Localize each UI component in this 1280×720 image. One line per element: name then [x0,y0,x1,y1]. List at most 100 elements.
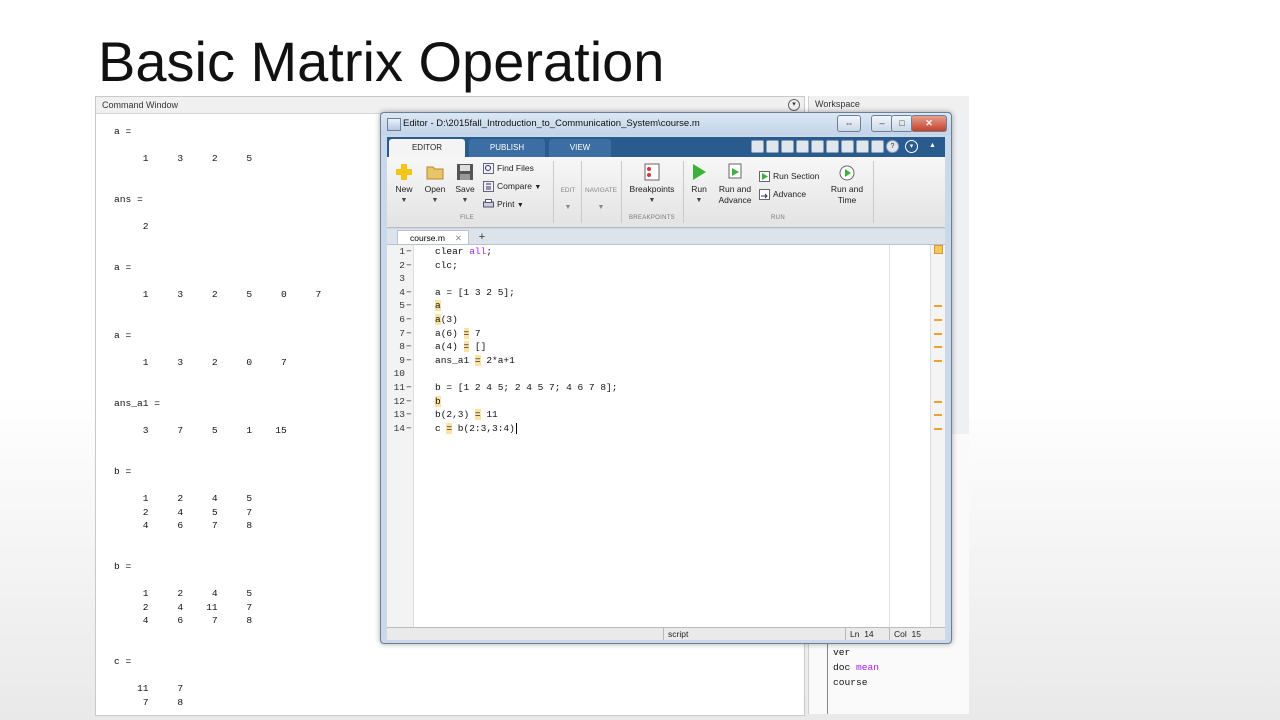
code-line[interactable]: 9− ans_a1 = 2*a+1 [387,354,945,368]
warning-mark[interactable] [934,346,942,349]
close-tab-icon[interactable]: ✕ [455,231,462,245]
code-text[interactable]: b [435,395,441,409]
line-number[interactable]: 3 [389,272,405,286]
line-number[interactable]: 7 [389,327,405,341]
copy-icon[interactable] [796,140,809,153]
code-editor[interactable]: 1− clear all; 2− clc; 3 4− a = [1 3 2 5]; 5− a 6−… [387,245,945,627]
advance-button[interactable]: Advance [759,189,806,201]
code-line[interactable]: 11− b = [1 2 4 5; 2 4 5 7; 4 6 7 8]; [387,381,945,395]
undock-button[interactable]: ⇔ [837,115,861,132]
print-icon[interactable] [871,140,884,153]
breakpoint-marker[interactable]: − [406,422,412,436]
history-item[interactable]: course [833,675,879,690]
breakpoint-marker[interactable]: − [406,313,412,327]
code-text[interactable]: clear all; [435,245,492,259]
code-line[interactable]: 2− clc; [387,259,945,273]
breakpoint-marker[interactable]: − [406,286,412,300]
undo-icon[interactable] [826,140,839,153]
open-button[interactable]: Open ▼ [423,163,447,206]
switch-windows-icon[interactable] [856,140,869,153]
line-number[interactable]: 1 [389,245,405,259]
paste-icon[interactable] [811,140,824,153]
editor-titlebar[interactable]: Editor - D:\2015fall_Introduction_to_Com… [381,113,951,135]
warning-mark[interactable] [934,332,942,335]
quick-layout-icon[interactable] [751,140,764,153]
line-number[interactable]: 4 [389,286,405,300]
code-line[interactable]: 4− a = [1 3 2 5]; [387,286,945,300]
code-line[interactable]: 10 [387,367,945,381]
line-number[interactable]: 8 [389,340,405,354]
close-button[interactable]: ✕ [911,115,947,132]
line-number[interactable]: 2 [389,259,405,273]
code-line[interactable]: 14− c = b(2:3,3:4) [387,422,945,436]
warning-mark[interactable] [934,427,942,430]
code-text[interactable]: a(3) [435,313,458,327]
line-number[interactable]: 9 [389,354,405,368]
save-button[interactable]: Save ▼ [453,163,477,206]
history-item[interactable]: doc mean [833,660,879,675]
breakpoint-marker[interactable]: − [406,408,412,422]
code-text[interactable]: a(6) = 7 [435,327,481,341]
help-icon[interactable]: ? [886,140,899,153]
code-line[interactable]: 5− a [387,299,945,313]
tab-publish[interactable]: PUBLISH [469,139,545,157]
code-lines[interactable]: 1− clear all; 2− clc; 3 4− a = [1 3 2 5]; 5− a 6−… [387,245,945,435]
warning-mark[interactable] [934,319,942,321]
panel-menu-icon[interactable]: ▾ [788,99,800,111]
find-files-button[interactable]: Find Files [483,163,534,175]
line-number[interactable]: 11 [389,381,405,395]
tab-view[interactable]: VIEW [549,139,611,157]
code-line[interactable]: 13− b(2,3) = 11 [387,408,945,422]
breakpoint-marker[interactable]: − [406,245,412,259]
breakpoint-marker[interactable]: − [406,259,412,273]
line-number[interactable]: 14 [389,422,405,436]
code-line[interactable]: 1− clear all; [387,245,945,259]
edit-button[interactable]: EDIT ▼ [559,185,577,213]
code-text[interactable]: b(2,3) = 11 [435,408,498,422]
breakpoint-marker[interactable]: − [406,327,412,341]
warning-mark[interactable] [934,359,942,362]
new-button[interactable]: New ▼ [393,163,415,206]
run-button[interactable]: Run ▼ [687,163,711,206]
breakpoint-marker[interactable]: − [406,340,412,354]
print-button[interactable]: Print ▼ [483,199,524,210]
code-text[interactable]: a(4) = [] [435,340,486,354]
breakpoints-button[interactable]: Breakpoints ▼ [625,163,679,206]
run-and-time-button[interactable]: Run and Time [827,163,867,206]
warning-mark[interactable] [934,414,942,417]
code-line[interactable]: 7− a(6) = 7 [387,327,945,341]
code-line[interactable]: 8− a(4) = [] [387,340,945,354]
quick-save-icon[interactable] [766,140,779,153]
cut-icon[interactable] [781,140,794,153]
line-number[interactable]: 12 [389,395,405,409]
warning-mark[interactable] [934,305,942,308]
line-number[interactable]: 10 [389,367,405,381]
warning-mark[interactable] [934,400,942,403]
new-tab-button[interactable]: + [475,230,489,244]
breakpoint-marker[interactable]: − [406,381,412,395]
line-number[interactable]: 5 [389,299,405,313]
code-line[interactable]: 3 [387,272,945,286]
editor-window[interactable]: Editor - D:\2015fall_Introduction_to_Com… [380,112,952,644]
minimize-button[interactable]: – [871,115,893,132]
message-bar[interactable] [930,245,945,627]
warning-indicator-icon[interactable] [934,245,943,254]
breakpoint-marker[interactable]: − [406,299,412,313]
code-text[interactable]: a [435,299,441,313]
compare-button[interactable]: Compare ▼ [483,181,541,193]
history-item[interactable]: ver [833,645,879,660]
code-text[interactable]: ans_a1 = 2*a+1 [435,354,515,368]
options-icon[interactable]: ▾ [905,140,918,153]
redo-icon[interactable] [841,140,854,153]
line-number[interactable]: 13 [389,408,405,422]
run-and-advance-button[interactable]: Run and Advance [715,163,755,206]
code-text[interactable]: a = [1 3 2 5]; [435,286,515,300]
code-line[interactable]: 6− a(3) [387,313,945,327]
code-text[interactable]: c = b(2:3,3:4) [435,422,517,436]
code-line[interactable]: 12− b [387,395,945,409]
code-text[interactable]: clc; [435,259,458,273]
breakpoint-marker[interactable]: − [406,395,412,409]
line-number[interactable]: 6 [389,313,405,327]
file-tab-course[interactable]: course.m ✕ [397,230,469,244]
code-text[interactable]: b = [1 2 4 5; 2 4 5 7; 4 6 7 8]; [435,381,617,395]
